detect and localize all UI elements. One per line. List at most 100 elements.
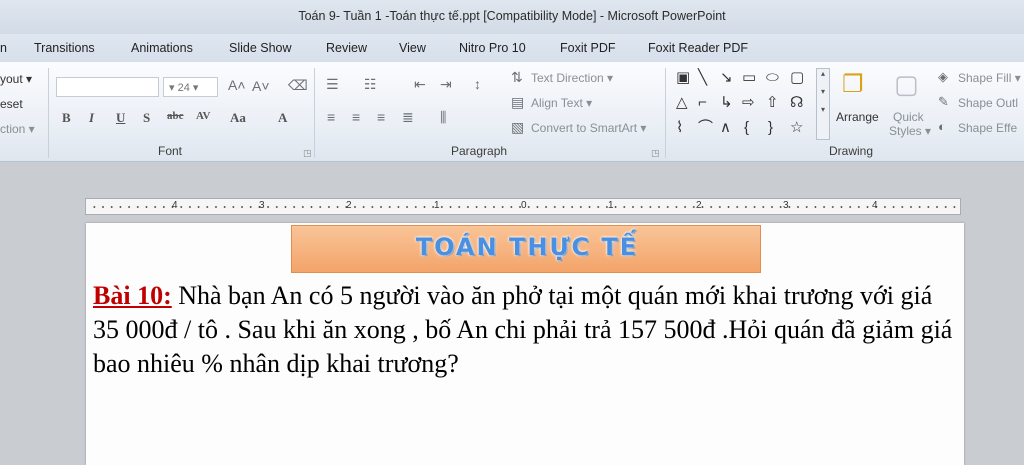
workspace-background [0, 163, 1024, 198]
quick-styles-button-line2[interactable]: Styles ▾ [889, 124, 931, 138]
layout-button[interactable]: yout ▾ [0, 72, 32, 86]
slide-canvas[interactable]: TOÁN THỰC TẾ Bài 10: Nhà bạn An có 5 ngư… [86, 223, 964, 465]
right-brace-shape-icon[interactable]: } [768, 120, 773, 136]
strikethrough-button[interactable]: abc [167, 110, 184, 122]
change-case-icon[interactable]: Aa [230, 110, 246, 126]
bold-button[interactable]: B [62, 110, 71, 126]
callout-shape-icon[interactable]: ☊ [790, 95, 803, 111]
title-banner[interactable]: TOÁN THỰC TẾ [291, 225, 761, 273]
elbow-connector-icon[interactable]: ⌐ [698, 95, 707, 111]
group-separator [48, 68, 49, 158]
window-title: Toán 9- Tuần 1 -Toán thực tế.ppt [Compat… [298, 9, 726, 23]
font-group-label: Font [158, 144, 183, 158]
grow-font-icon[interactable]: A˄ [228, 77, 246, 93]
problem-text: Nhà bạn An có 5 người vào ăn phở tại một… [93, 281, 953, 378]
align-right-icon[interactable]: ≡ [377, 109, 385, 125]
font-size-value: 24 [177, 82, 190, 94]
italic-button[interactable]: I [89, 110, 94, 126]
bullets-icon[interactable]: ☰ [326, 76, 339, 93]
smartart-icon: ▧ [511, 119, 525, 135]
section-button[interactable]: ction ▾ [0, 122, 35, 136]
quick-styles-icon: ▢ [894, 69, 919, 99]
ribbon: yout ▾ eset ction ▾ ▾ 24 ▾ A˄ A˅ ⌫ B I U… [0, 62, 1024, 162]
align-text-button[interactable]: Align Text ▾ [531, 96, 592, 110]
freeform-shape-icon[interactable]: ⌇ [676, 120, 683, 136]
tab-transitions[interactable]: Transitions [34, 41, 95, 55]
character-spacing-icon[interactable]: AV [196, 110, 210, 122]
shape-effects-button[interactable]: Shape Effe [958, 121, 1017, 135]
columns-icon[interactable]: ⫼ [440, 109, 446, 126]
ruler-label: 2 [346, 200, 352, 211]
rectangle-shape-icon[interactable]: ▭ [742, 70, 756, 86]
line-spacing-icon[interactable]: ↕ [474, 76, 481, 92]
shape-effects-icon: ◐ [938, 119, 946, 134]
right-arrow-shape-icon[interactable]: ⇨ [742, 95, 755, 111]
tab-animations[interactable]: Animations [131, 41, 193, 55]
decrease-indent-icon[interactable]: ⇤ [414, 76, 426, 93]
text-direction-button[interactable]: Text Direction ▾ [531, 71, 613, 85]
font-color-icon[interactable]: A [278, 110, 287, 126]
ruler-label: 4 [872, 200, 878, 211]
shape-outline-button[interactable]: Shape Outl [958, 96, 1018, 110]
paragraph-dialog-launcher-icon[interactable]: ◳ [651, 148, 660, 159]
star-shape-icon[interactable]: ☆ [790, 120, 803, 136]
ruler-label: 4 [172, 200, 178, 211]
numbering-icon[interactable]: ☷ [364, 76, 377, 93]
increase-indent-icon[interactable]: ⇥ [440, 76, 452, 93]
ruler-label: 3 [783, 200, 789, 211]
text-direction-icon: ⇅ [511, 69, 523, 85]
shape-outline-icon: ✎ [938, 94, 949, 109]
justify-icon[interactable]: ≣ [402, 109, 414, 126]
rounded-rect-shape-icon[interactable]: ▢ [790, 70, 804, 86]
tab-review[interactable]: Review [326, 41, 367, 55]
align-center-icon[interactable]: ≡ [352, 109, 360, 125]
tab-view[interactable]: View [399, 41, 426, 55]
shape-fill-button[interactable]: Shape Fill ▾ [958, 71, 1021, 85]
textbox-shape-icon[interactable]: ▣ [676, 70, 690, 86]
ribbon-tabs: n Transitions Animations Slide Show Revi… [0, 34, 1024, 62]
reset-button[interactable]: eset [0, 97, 23, 111]
group-separator [314, 68, 315, 158]
shadow-button[interactable]: S [143, 110, 150, 126]
oval-shape-icon[interactable]: ⬭ [766, 70, 779, 86]
line-shape-icon[interactable]: ╲ [698, 70, 707, 86]
ruler-label: 1 [608, 200, 614, 211]
clear-formatting-icon[interactable]: ⌫ [288, 77, 308, 94]
font-dialog-launcher-icon[interactable]: ◳ [303, 148, 312, 159]
align-text-icon: ▤ [511, 94, 525, 110]
align-left-icon[interactable]: ≡ [327, 109, 335, 125]
ruler-label: 1 [434, 200, 440, 211]
shapes-gallery[interactable]: ▣ ╲ ↘ ▭ ⬭ ▢ △ ⌐ ↳ ⇨ ⇧ ☊ ⌇ ⌒ ∧ { } ☆ [674, 68, 816, 142]
font-name-input[interactable] [56, 77, 159, 97]
shapes-gallery-scroll[interactable]: ▴ ▾ ▾ [816, 68, 830, 140]
arrow-shape-icon[interactable]: ↘ [720, 70, 733, 86]
problem-label: Bài 10: [93, 281, 172, 310]
convert-smartart-button[interactable]: Convert to SmartArt ▾ [531, 121, 646, 135]
shape-fill-icon: ◈ [938, 69, 948, 84]
group-separator [665, 68, 666, 158]
elbow-arrow-icon[interactable]: ↳ [720, 95, 733, 111]
slide-title: TOÁN THỰC TẾ [415, 233, 639, 261]
font-size-input[interactable]: ▾ 24 ▾ [163, 77, 218, 97]
underline-button[interactable]: U [116, 110, 125, 126]
ruler-label: 0 [521, 200, 527, 211]
arc-shape-icon[interactable]: ⌒ [698, 120, 713, 136]
ruler-label: 2 [696, 200, 702, 211]
tab-slide-show[interactable]: Slide Show [229, 41, 292, 55]
tab-foxit-reader-pdf[interactable]: Foxit Reader PDF [648, 41, 748, 55]
tab-foxit-pdf[interactable]: Foxit PDF [560, 41, 616, 55]
tab-nitro-pro[interactable]: Nitro Pro 10 [459, 41, 526, 55]
shrink-font-icon[interactable]: A˅ [252, 78, 270, 94]
problem-textbox[interactable]: Bài 10: Nhà bạn An có 5 người vào ăn phở… [93, 279, 953, 381]
horizontal-ruler[interactable]: 4 3 2 1 0 1 2 3 4 [85, 198, 961, 215]
drawing-group-label: Drawing [829, 144, 874, 158]
left-brace-shape-icon[interactable]: { [744, 120, 749, 136]
tab-insert-partial[interactable]: n [0, 41, 7, 55]
arrange-button[interactable]: Arrange [836, 110, 879, 124]
arrange-icon: ❐ [842, 71, 864, 98]
quick-styles-button-line1[interactable]: Quick [893, 110, 924, 124]
up-arrow-shape-icon[interactable]: ⇧ [766, 95, 779, 111]
curve-shape-icon[interactable]: ∧ [720, 120, 731, 136]
title-bar: Toán 9- Tuần 1 -Toán thực tế.ppt [Compat… [0, 0, 1024, 34]
triangle-shape-icon[interactable]: △ [676, 95, 688, 111]
